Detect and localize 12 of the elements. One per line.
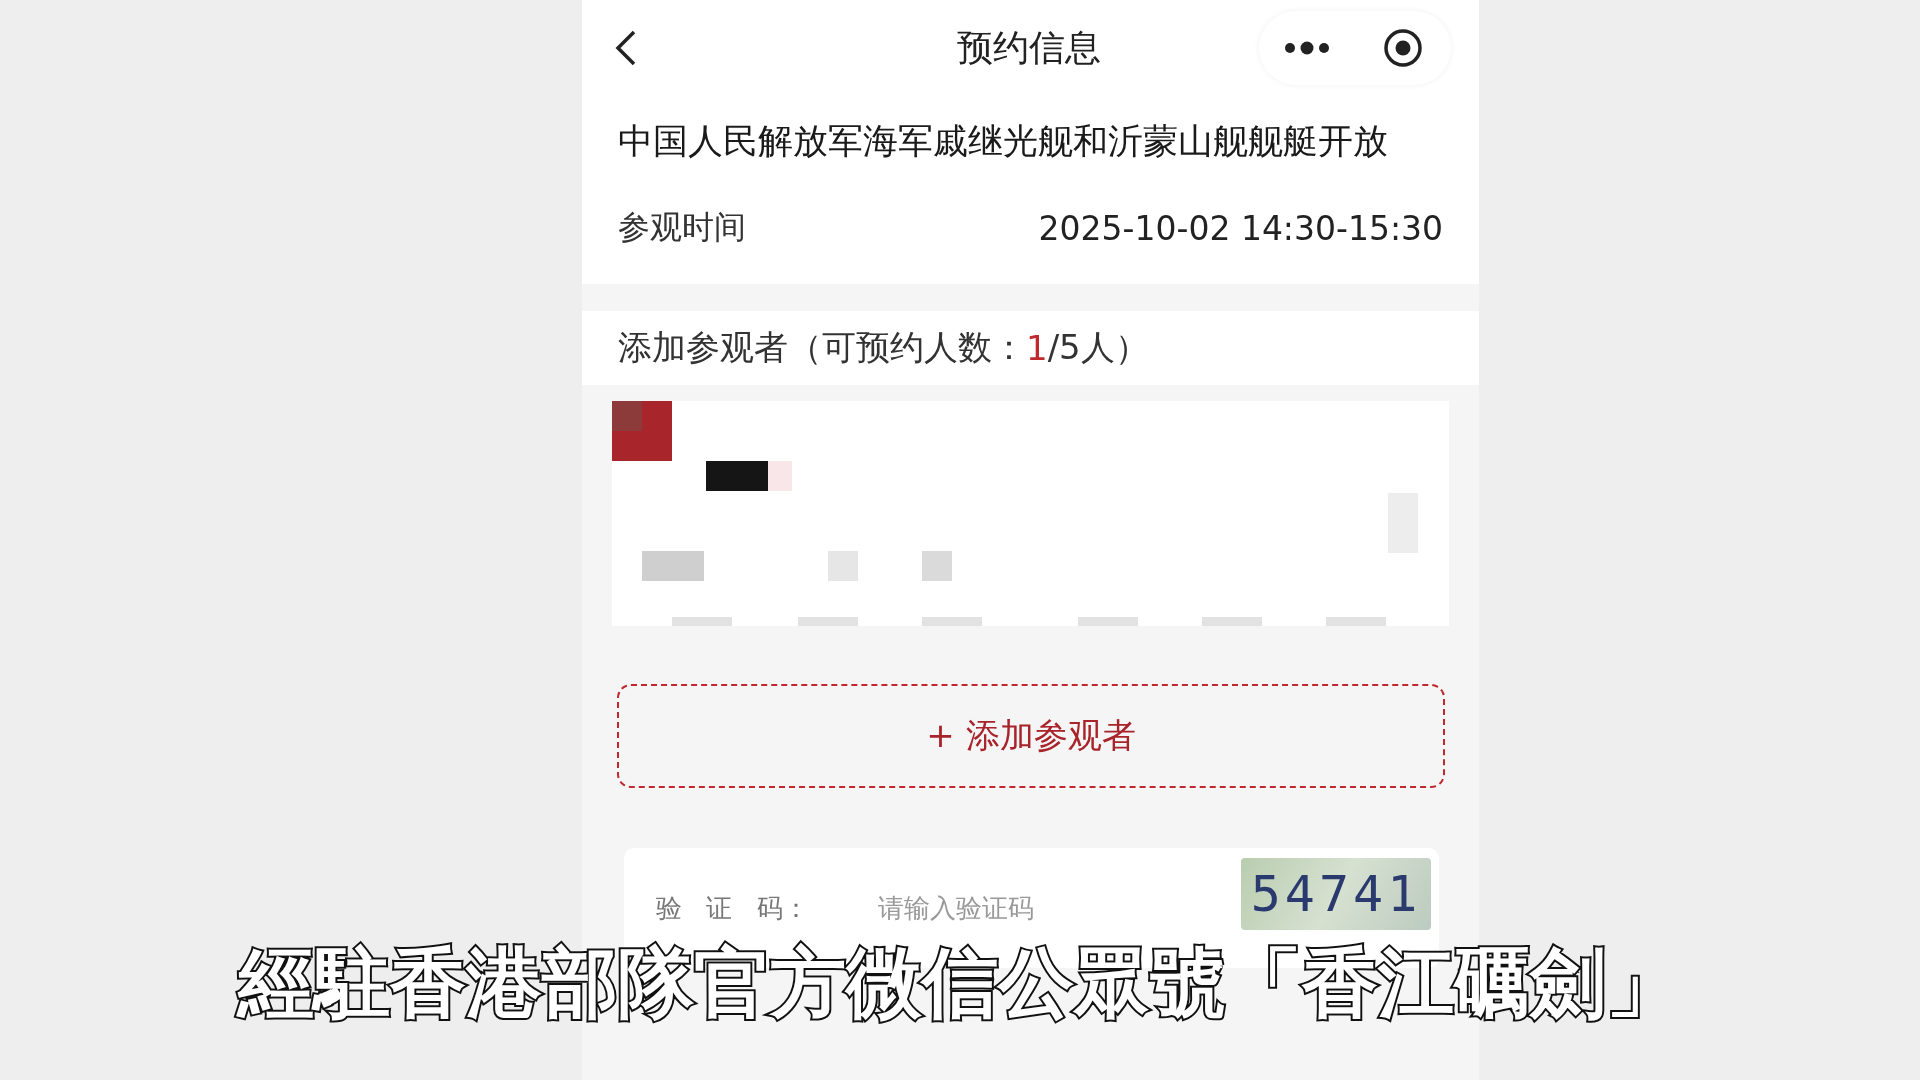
captcha-input[interactable]: 请输入验证码: [876, 882, 1241, 934]
add-visitors-heading: 添加参观者（可预约人数：1/5人）: [582, 311, 1479, 385]
captcha-image[interactable]: 54741: [1241, 858, 1431, 930]
visit-time-value: 2025-10-02 14:30-15:30: [1038, 208, 1443, 248]
page-title: 预约信息: [955, 25, 1102, 70]
captcha-label: 验 证 码：: [656, 891, 810, 925]
target-icon: [1382, 27, 1424, 69]
event-title: 中国人民解放军海军戚继光舰和沂蒙山舰舰艇开放: [618, 120, 1389, 163]
add-visitor-button[interactable]: + 添加参观者: [617, 684, 1445, 788]
more-icon: [1284, 41, 1330, 55]
visit-time-label: 参观时间: [618, 207, 746, 248]
video-subtitle: 經駐香港部隊官方微信公眾號「香江礪劍」: [228, 938, 1692, 1028]
